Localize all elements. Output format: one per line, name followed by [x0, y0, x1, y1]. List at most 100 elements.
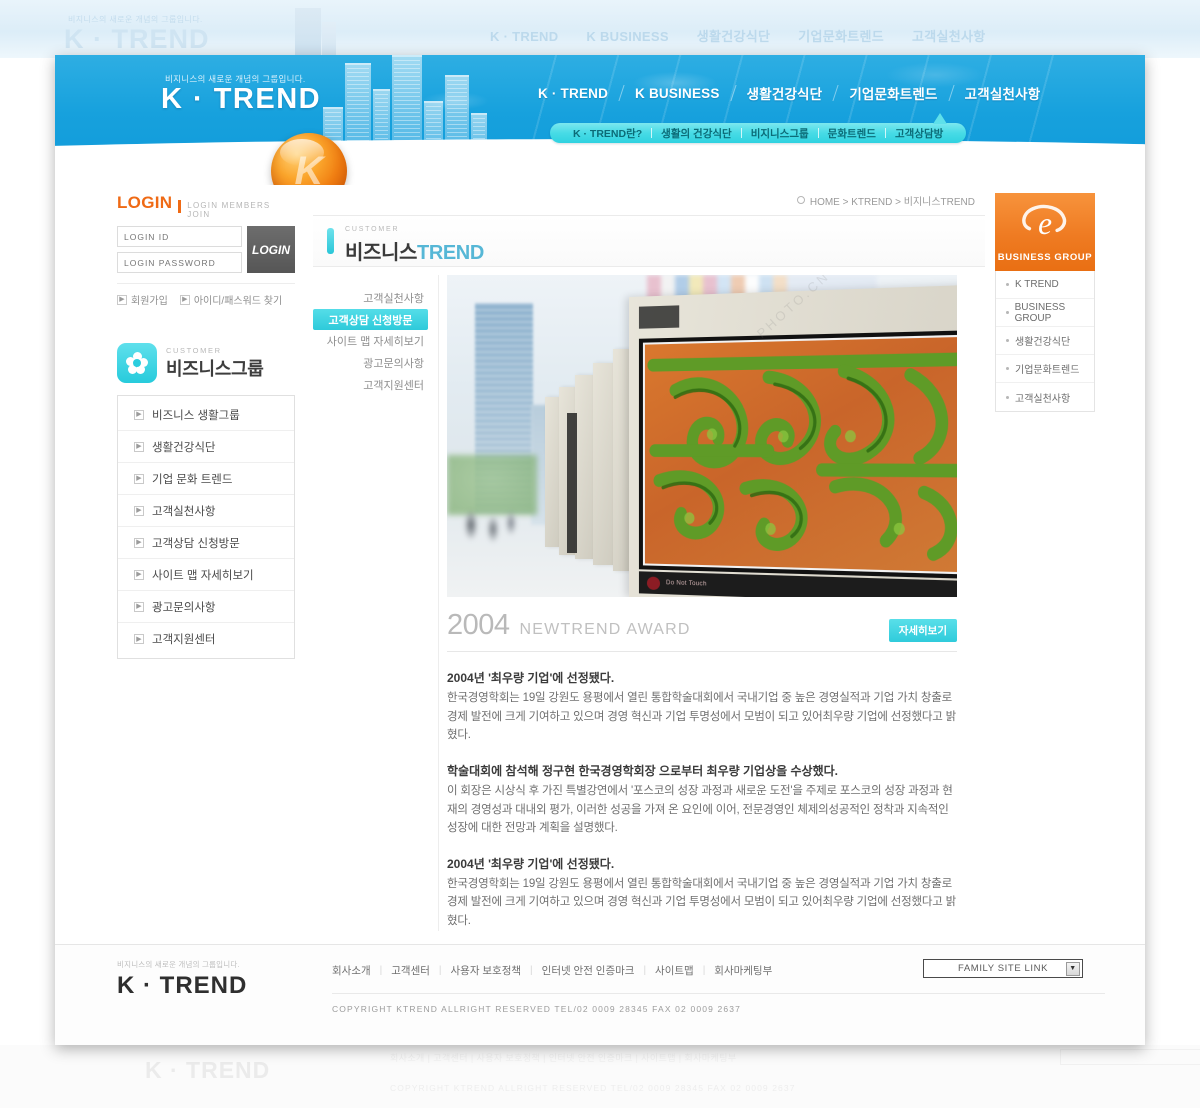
footer-link-customer-center[interactable]: 고객센터 — [391, 963, 430, 978]
paragraph-text: 한국경영학회는 19일 강원도 용평에서 열린 통합학술대회에서 국내기업 중 … — [447, 692, 957, 742]
sidebar-item-health[interactable]: ▶ 생활건강식단 — [118, 431, 294, 463]
footer-separator: | — [643, 964, 647, 976]
login-id-input[interactable] — [117, 226, 242, 247]
arrow-right-icon: ▶ — [134, 473, 144, 484]
sub-navigation: K · TREND란? 생활의 건강식단 비지니스그룹 문화트렌드 고객상담방 — [550, 123, 967, 143]
page-title-bar: CUSTOMER 비즈니스TREND — [313, 215, 985, 267]
inner-nav-item-consult-visit[interactable]: 고객상담 신청방문 — [313, 309, 428, 330]
login-title: LOGIN — [117, 193, 173, 212]
main-navigation: K · TREND K BUSINESS 생활건강식단 기업문화트렌드 고객실천… — [525, 83, 1053, 103]
title-accent-bar — [327, 228, 334, 254]
site-header: 비지니스의 새로운 개념의 그룹입니다. K · TREND K K · TRE… — [55, 55, 1145, 185]
ghost-footer-logo: K · TREND — [145, 1057, 271, 1083]
paragraph-heading: 학술대회에 참석해 정구현 한국경영학회장 으로부터 최우량 기업상을 수상했다… — [447, 763, 838, 778]
sidebar-item-culture[interactable]: ▶ 기업 문화 트렌드 — [118, 463, 294, 495]
inner-nav-item-advertising[interactable]: 광고문의사항 — [313, 352, 428, 374]
login-password-input[interactable] — [117, 252, 242, 273]
orb-letter: K — [294, 148, 324, 186]
signup-link[interactable]: ▶ 회원가입 — [117, 292, 168, 307]
view-details-button[interactable]: 자세히보기 — [888, 619, 957, 642]
internet-explorer-icon: e — [1022, 204, 1067, 241]
find-id-password-link[interactable]: ▶ 아이디/패스워드 찾기 — [179, 292, 282, 307]
header-logo[interactable]: K · TREND — [161, 83, 321, 116]
sidebar-item-sitemap[interactable]: ▶ 사이트 맵 자세히보기 — [118, 559, 294, 591]
ghost-nav-item: K · TREND — [490, 29, 559, 44]
chevron-down-icon: ▼ — [1066, 961, 1080, 976]
login-subtitle: Login members join — [187, 201, 271, 219]
sidebar-item-business-life[interactable]: ▶ 비즈니스 생활그룹 — [118, 399, 294, 431]
login-links: ▶ 회원가입 ▶ 아이디/패스워드 찾기 — [117, 283, 295, 307]
subnav-item-culture[interactable]: 문화트렌드 — [819, 126, 885, 141]
ghost-nav-item: 기업문화트렌드 — [798, 29, 885, 44]
content-column: HOME > KTREND > 비지니스TREND CUSTOMER 비즈니스T… — [313, 185, 985, 931]
paragraph-heading: 2004년 '최우량 기업'에 선정됐다. — [447, 671, 615, 685]
ghost-building-1 — [295, 8, 321, 58]
background-ghost-header: 비지니스의 새로운 개념의 그룹입니다. K · TREND K · TREND… — [0, 0, 1200, 58]
arrow-right-icon: ▶ — [134, 505, 144, 516]
hill-decoration — [55, 139, 1145, 185]
nav-item-culture[interactable]: 기업문화트렌드 — [836, 83, 950, 103]
subnav-pointer-icon — [933, 113, 947, 124]
nav-item-ktrend[interactable]: K · TREND — [525, 86, 621, 101]
footer-logo[interactable]: K · TREND — [117, 972, 332, 1000]
bullet-icon — [1006, 339, 1009, 342]
paragraph-text: 이 회장은 시상식 후 가진 특별강연에서 '포스코의 성장 과정과 새로운 도… — [447, 784, 953, 835]
right-rail-item-ktrend[interactable]: K TREND — [996, 271, 1094, 299]
right-rail-item-business-group[interactable]: BUSINESS GROUP — [996, 299, 1094, 327]
paragraph-text: 한국경영학회는 19일 강원도 용평에서 열린 통합학술대회에서 국내기업 중 … — [447, 877, 957, 927]
nav-item-kbusiness[interactable]: K BUSINESS — [622, 86, 733, 101]
sidebar-heading: CUSTOMER 비즈니스그룹 — [117, 343, 295, 383]
billboard-header-strip — [638, 305, 680, 329]
right-rail-item-culture[interactable]: 기업문화트렌드 — [996, 355, 1094, 383]
billboard-logo-icon — [646, 576, 660, 590]
sidebar-item-support-center[interactable]: ▶ 고객지원센터 — [118, 623, 294, 655]
footer-separator: | — [702, 964, 706, 976]
footer-link-marketing[interactable]: 회사마케팅부 — [714, 963, 772, 978]
arrow-right-icon: ▶ — [134, 409, 144, 420]
right-rail-item-customer-practice[interactable]: 고객실천사항 — [996, 383, 1094, 411]
ghost-nav-item: 고객실천사항 — [911, 29, 986, 44]
footer-link-privacy[interactable]: 사용자 보호정책 — [451, 963, 522, 978]
sidebar-item-customer-practice[interactable]: ▶ 고객실천사항 — [118, 495, 294, 527]
nav-item-customer[interactable]: 고객실천사항 — [952, 83, 1054, 103]
award-name: NEWTREND AWARD — [519, 621, 691, 638]
breadcrumb-text: HOME > KTREND > 비지니스TREND — [809, 196, 975, 208]
right-rail-title: BUSINESS GROUP — [997, 252, 1093, 263]
subnav-item-counsel[interactable]: 고객상담방 — [886, 126, 952, 141]
login-title-bar — [178, 199, 182, 213]
footer-link-safety-mark[interactable]: 인터넷 안전 인증마크 — [542, 963, 635, 978]
right-rail-item-health[interactable]: 생활건강식단 — [996, 327, 1094, 355]
ghost-footer-copyright: COPYRIGHT KTREND ALLRIGHT RESERVED TEL/0… — [390, 1083, 796, 1093]
sidebar-item-consult-visit[interactable]: ▶ 고객상담 신청방문 — [118, 527, 294, 559]
footer-link-about[interactable]: 회사소개 — [332, 963, 371, 978]
sidebar-eyebrow: CUSTOMER — [166, 345, 222, 355]
sidebar-item-advertising[interactable]: ▶ 광고문의사항 — [118, 591, 294, 623]
flower-icon — [117, 343, 157, 383]
right-rail: e BUSINESS GROUP K TREND BUSINESS GROUP … — [995, 193, 1095, 412]
login-form: LOGIN — [117, 226, 295, 273]
brand-orb-icon: K — [271, 133, 347, 185]
family-site-select-value: FAMILY SITE LINK — [957, 963, 1049, 974]
footer-link-sitemap[interactable]: 사이트맵 — [655, 963, 694, 978]
inner-navigation: 고객실천사항 고객상담 신청방문 사이트 맵 자세히보기 광고문의사항 고객지원… — [313, 275, 439, 931]
site-window: 비지니스의 새로운 개념의 그룹입니다. K · TREND K K · TRE… — [55, 55, 1145, 1045]
family-site-select[interactable]: FAMILY SITE LINK ▼ — [923, 959, 1083, 978]
subnav-item-health[interactable]: 생활의 건강식단 — [652, 126, 741, 141]
inner-nav-item-support-center[interactable]: 고객지원센터 — [313, 374, 428, 396]
photo-pedestrians — [455, 493, 527, 555]
award-row: 2004 NEWTREND AWARD 자세히보기 — [447, 609, 957, 652]
inner-nav-item-sitemap[interactable]: 사이트 맵 자세히보기 — [313, 330, 428, 352]
footer-copyright: COPYRIGHT KTREND ALLRIGHT RESERVED TEL/0… — [332, 1004, 741, 1014]
subnav-item-about[interactable]: K · TREND란? — [564, 126, 651, 141]
arrow-right-icon: ▶ — [134, 441, 144, 452]
inner-nav-item-customer-practice[interactable]: 고객실천사항 — [313, 287, 428, 309]
right-rail-list: K TREND BUSINESS GROUP 생활건강식단 기업문화트렌드 고객… — [995, 271, 1095, 412]
arrow-right-icon: ▶ — [117, 294, 127, 305]
nav-item-health[interactable]: 생활건강식단 — [734, 83, 836, 103]
billboard-artwork — [642, 334, 957, 575]
page-title-en: TREND — [417, 241, 484, 264]
subnav-item-business[interactable]: 비지니스그룹 — [742, 126, 818, 141]
left-column: LOGIN Login members join LOGIN ▶ 회원가입 — [117, 193, 295, 659]
login-submit-button[interactable]: LOGIN — [247, 226, 295, 273]
article-paragraph: 학술대회에 참석해 정구현 한국경영학회장 으로부터 최우량 기업상을 수상했다… — [447, 762, 957, 838]
